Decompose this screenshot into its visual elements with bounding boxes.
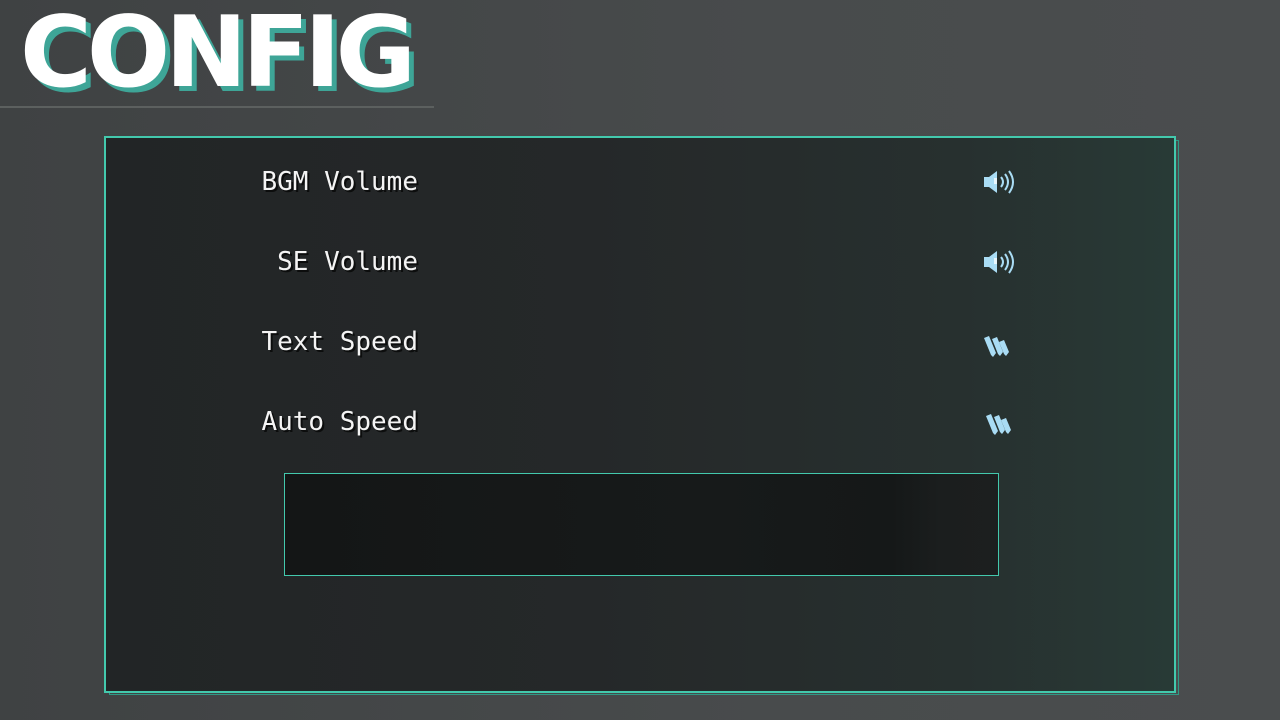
setting-row-bgm-volume: BGM Volume <box>106 162 1174 202</box>
pencils-icon[interactable] <box>982 406 1020 438</box>
setting-row-auto-speed: Auto Speed <box>106 402 1174 442</box>
setting-label-auto-speed: Auto Speed <box>261 407 418 437</box>
message-preview-box <box>284 473 999 576</box>
setting-label-se-volume: SE Volume <box>277 247 418 277</box>
speaker-volume-icon[interactable] <box>982 246 1020 278</box>
pencils-icon[interactable] <box>982 326 1020 358</box>
speaker-volume-icon[interactable] <box>982 166 1020 198</box>
config-panel: BGM Volume SE Volume Text Speed Auto Spe… <box>104 136 1176 693</box>
page-title: CONFIG <box>20 0 416 110</box>
setting-label-text-speed: Text Speed <box>261 327 418 357</box>
setting-label-bgm-volume: BGM Volume <box>261 167 418 197</box>
setting-row-text-speed: Text Speed <box>106 322 1174 362</box>
setting-row-se-volume: SE Volume <box>106 242 1174 282</box>
title-divider <box>0 106 434 108</box>
